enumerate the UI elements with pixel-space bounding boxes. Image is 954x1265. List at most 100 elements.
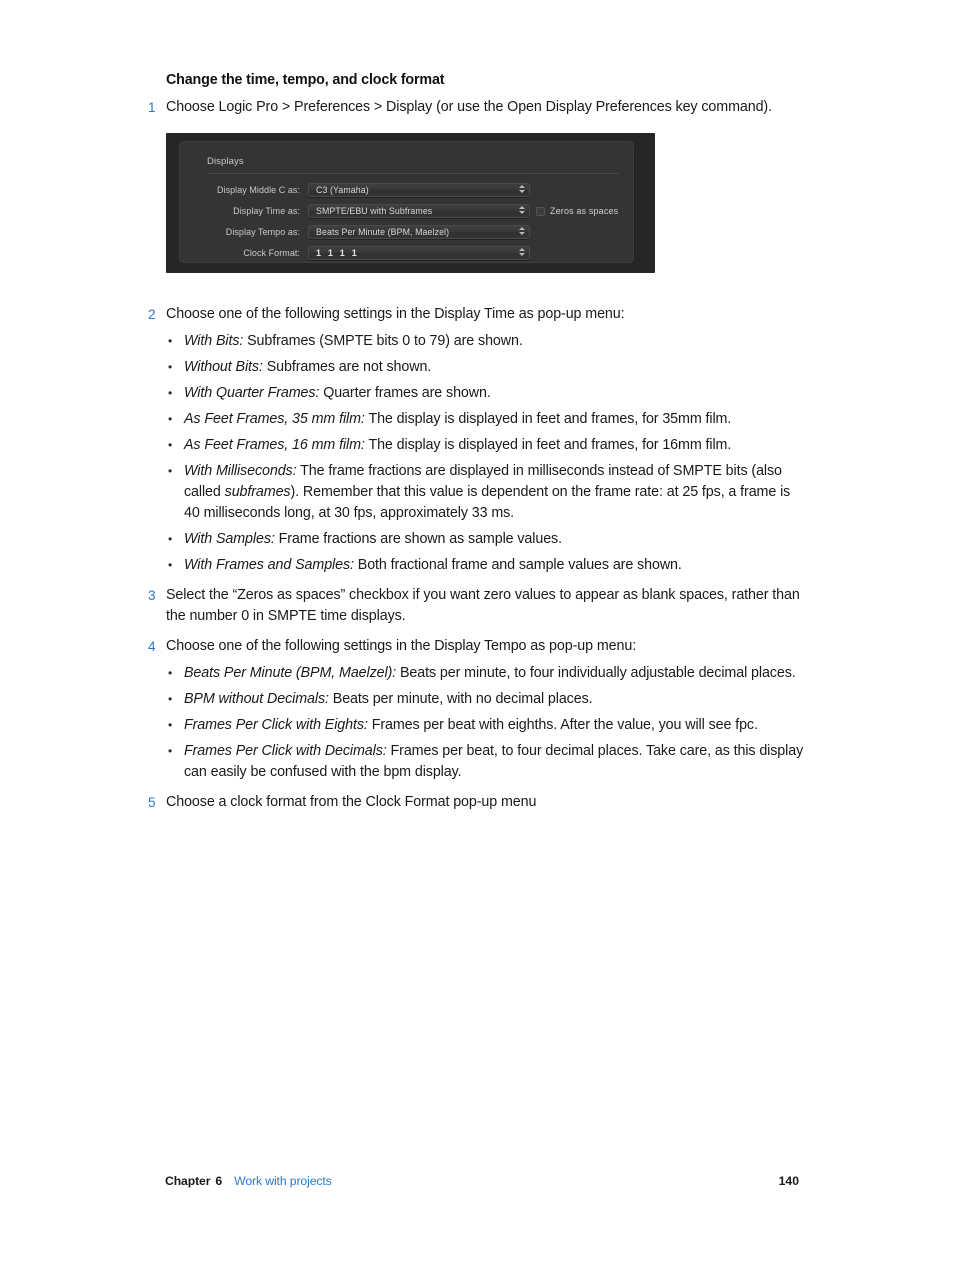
bullet-term: With Milliseconds: xyxy=(184,463,297,479)
bullet-term: As Feet Frames, 35 mm film: xyxy=(184,411,365,427)
page-footer: Chapter 6 Work with projects 140 xyxy=(165,1174,799,1188)
bullet-icon: • xyxy=(168,438,173,452)
bullet-term: With Frames and Samples: xyxy=(184,557,354,573)
footer-chapter-title-link[interactable]: Work with projects xyxy=(234,1174,332,1188)
step-4: 4 Choose one of the following settings i… xyxy=(148,636,808,657)
bullet-term: With Samples: xyxy=(184,531,275,547)
bullet-content: BPM without Decimals: Beats per minute, … xyxy=(184,689,808,710)
bullet-description: Frames per beat with eighths. After the … xyxy=(371,717,758,733)
step-4-text: Choose one of the following settings in … xyxy=(166,638,637,654)
preferences-section-title: Displays xyxy=(207,156,244,167)
step-1-number: 1 xyxy=(148,100,156,115)
bullet-icon: • xyxy=(168,558,173,572)
preferences-panel: Displays Display Middle C as: C3 (Yamaha… xyxy=(179,141,634,263)
label-display-time: Display Time as: xyxy=(233,206,300,216)
bullet-description: Both fractional frame and sample values … xyxy=(357,557,682,573)
bullet-term: Frames Per Click with Decimals: xyxy=(184,743,387,759)
list-item: • With Frames and Samples: Both fraction… xyxy=(166,555,808,576)
bullet-content: With Frames and Samples: Both fractional… xyxy=(184,555,808,576)
list-item: • Frames Per Click with Decimals: Frames… xyxy=(166,741,808,783)
list-item: • As Feet Frames, 16 mm film: The displa… xyxy=(166,435,808,456)
section-divider xyxy=(207,173,619,174)
bullet-description: Beats per minute, with no decimal places… xyxy=(332,691,593,707)
step-3-text: Select the “Zeros as spaces” checkbox if… xyxy=(166,587,800,624)
chevron-updown-icon[interactable] xyxy=(517,248,526,258)
bullet-icon: • xyxy=(168,532,173,546)
display-middle-c-popup[interactable]: C3 (Yamaha) xyxy=(308,183,530,197)
bullet-icon: • xyxy=(168,386,173,400)
list-item: • With Quarter Frames: Quarter frames ar… xyxy=(166,383,808,404)
bullet-description: Beats per minute, to four individually a… xyxy=(400,665,796,681)
clock-format-popup[interactable]: 1 1 1 1 xyxy=(308,246,530,260)
display-middle-c-value: C3 (Yamaha) xyxy=(316,185,369,195)
row-display-time: Display Time as: SMPTE/EBU with Subframe… xyxy=(180,204,633,218)
step-2: 2 Choose one of the following settings i… xyxy=(148,304,808,325)
display-time-bullet-list: • With Bits: Subframes (SMPTE bits 0 to … xyxy=(148,331,808,576)
label-clock-format: Clock Format: xyxy=(243,248,300,258)
zeros-as-spaces-label: Zeros as spaces xyxy=(550,206,619,216)
footer-page-number: 140 xyxy=(778,1174,799,1188)
list-item: • With Milliseconds: The frame fractions… xyxy=(166,461,808,524)
bullet-description: The display is displayed in feet and fra… xyxy=(368,411,732,427)
row-display-middle-c: Display Middle C as: C3 (Yamaha) xyxy=(180,183,633,197)
footer-chapter-label: Chapter xyxy=(165,1174,211,1188)
step-3: 3 Select the “Zeros as spaces” checkbox … xyxy=(148,585,808,627)
label-display-tempo: Display Tempo as: xyxy=(225,227,300,237)
step-1-text: Choose Logic Pro > Preferences > Display… xyxy=(166,99,772,115)
bullet-term: Without Bits: xyxy=(184,359,263,375)
zeros-as-spaces-control[interactable]: Zeros as spaces xyxy=(536,204,618,218)
bullet-description: Quarter frames are shown. xyxy=(323,385,491,401)
step-5-number: 5 xyxy=(148,795,156,810)
list-item: • BPM without Decimals: Beats per minute… xyxy=(166,689,808,710)
bullet-term: As Feet Frames, 16 mm film: xyxy=(184,437,365,453)
bullet-term: With Quarter Frames: xyxy=(184,385,320,401)
list-item: • With Samples: Frame fractions are show… xyxy=(166,529,808,550)
displays-preferences-figure: Displays Display Middle C as: C3 (Yamaha… xyxy=(166,133,655,273)
bullet-term: BPM without Decimals: xyxy=(184,691,329,707)
list-item: • With Bits: Subframes (SMPTE bits 0 to … xyxy=(166,331,808,352)
display-tempo-bullet-list: • Beats Per Minute (BPM, Maelzel): Beats… xyxy=(148,663,808,783)
bullet-content: With Milliseconds: The frame fractions a… xyxy=(184,461,808,524)
step-2-number: 2 xyxy=(148,307,156,322)
display-tempo-popup[interactable]: Beats Per Minute (BPM, Maelzel) xyxy=(308,225,530,239)
bullet-icon: • xyxy=(168,360,173,374)
step-3-number: 3 xyxy=(148,588,156,603)
bullet-icon: • xyxy=(168,334,173,348)
bullet-term: Beats Per Minute (BPM, Maelzel): xyxy=(184,665,397,681)
bullet-content: Without Bits: Subframes are not shown. xyxy=(184,357,808,378)
bullet-term: With Bits: xyxy=(184,333,244,349)
bullet-description: Subframes are not shown. xyxy=(266,359,432,375)
bullet-content: Beats Per Minute (BPM, Maelzel): Beats p… xyxy=(184,663,808,684)
bullet-icon: • xyxy=(168,464,173,478)
bullet-content: With Quarter Frames: Quarter frames are … xyxy=(184,383,808,404)
bullet-description: Frame fractions are shown as sample valu… xyxy=(278,531,562,547)
bullet-icon: • xyxy=(168,412,173,426)
list-item: • Frames Per Click with Eights: Frames p… xyxy=(166,715,808,736)
clock-format-value: 1 1 1 1 xyxy=(316,248,359,258)
bullet-icon: • xyxy=(168,744,173,758)
bullet-icon: • xyxy=(168,718,173,732)
bullet-icon: • xyxy=(168,692,173,706)
chevron-updown-icon[interactable] xyxy=(517,185,526,195)
label-display-middle-c: Display Middle C as: xyxy=(216,185,300,195)
bullet-content: As Feet Frames, 16 mm film: The display … xyxy=(184,435,808,456)
row-display-tempo: Display Tempo as: Beats Per Minute (BPM,… xyxy=(180,225,633,239)
bullet-icon: • xyxy=(168,666,173,680)
bullet-description: The display is displayed in feet and fra… xyxy=(368,437,732,453)
list-item: • As Feet Frames, 35 mm film: The displa… xyxy=(166,409,808,430)
bullet-content: As Feet Frames, 35 mm film: The display … xyxy=(184,409,808,430)
row-clock-format: Clock Format: 1 1 1 1 xyxy=(180,246,633,260)
page-heading: Change the time, tempo, and clock format xyxy=(166,72,445,88)
display-time-popup[interactable]: SMPTE/EBU with Subframes xyxy=(308,204,530,218)
display-tempo-value: Beats Per Minute (BPM, Maelzel) xyxy=(316,227,450,237)
step-5-text: Choose a clock format from the Clock For… xyxy=(166,794,537,810)
chevron-updown-icon[interactable] xyxy=(517,206,526,216)
step-1: 1 Choose Logic Pro > Preferences > Displ… xyxy=(148,97,808,118)
step-5: 5 Choose a clock format from the Clock F… xyxy=(148,792,808,813)
bullet-content: Frames Per Click with Eights: Frames per… xyxy=(184,715,808,736)
bullet-content: With Samples: Frame fractions are shown … xyxy=(184,529,808,550)
bullet-description-emphasis: subframes xyxy=(224,484,291,500)
list-item: • Without Bits: Subframes are not shown. xyxy=(166,357,808,378)
chevron-updown-icon[interactable] xyxy=(517,227,526,237)
zeros-as-spaces-checkbox[interactable] xyxy=(536,206,545,216)
